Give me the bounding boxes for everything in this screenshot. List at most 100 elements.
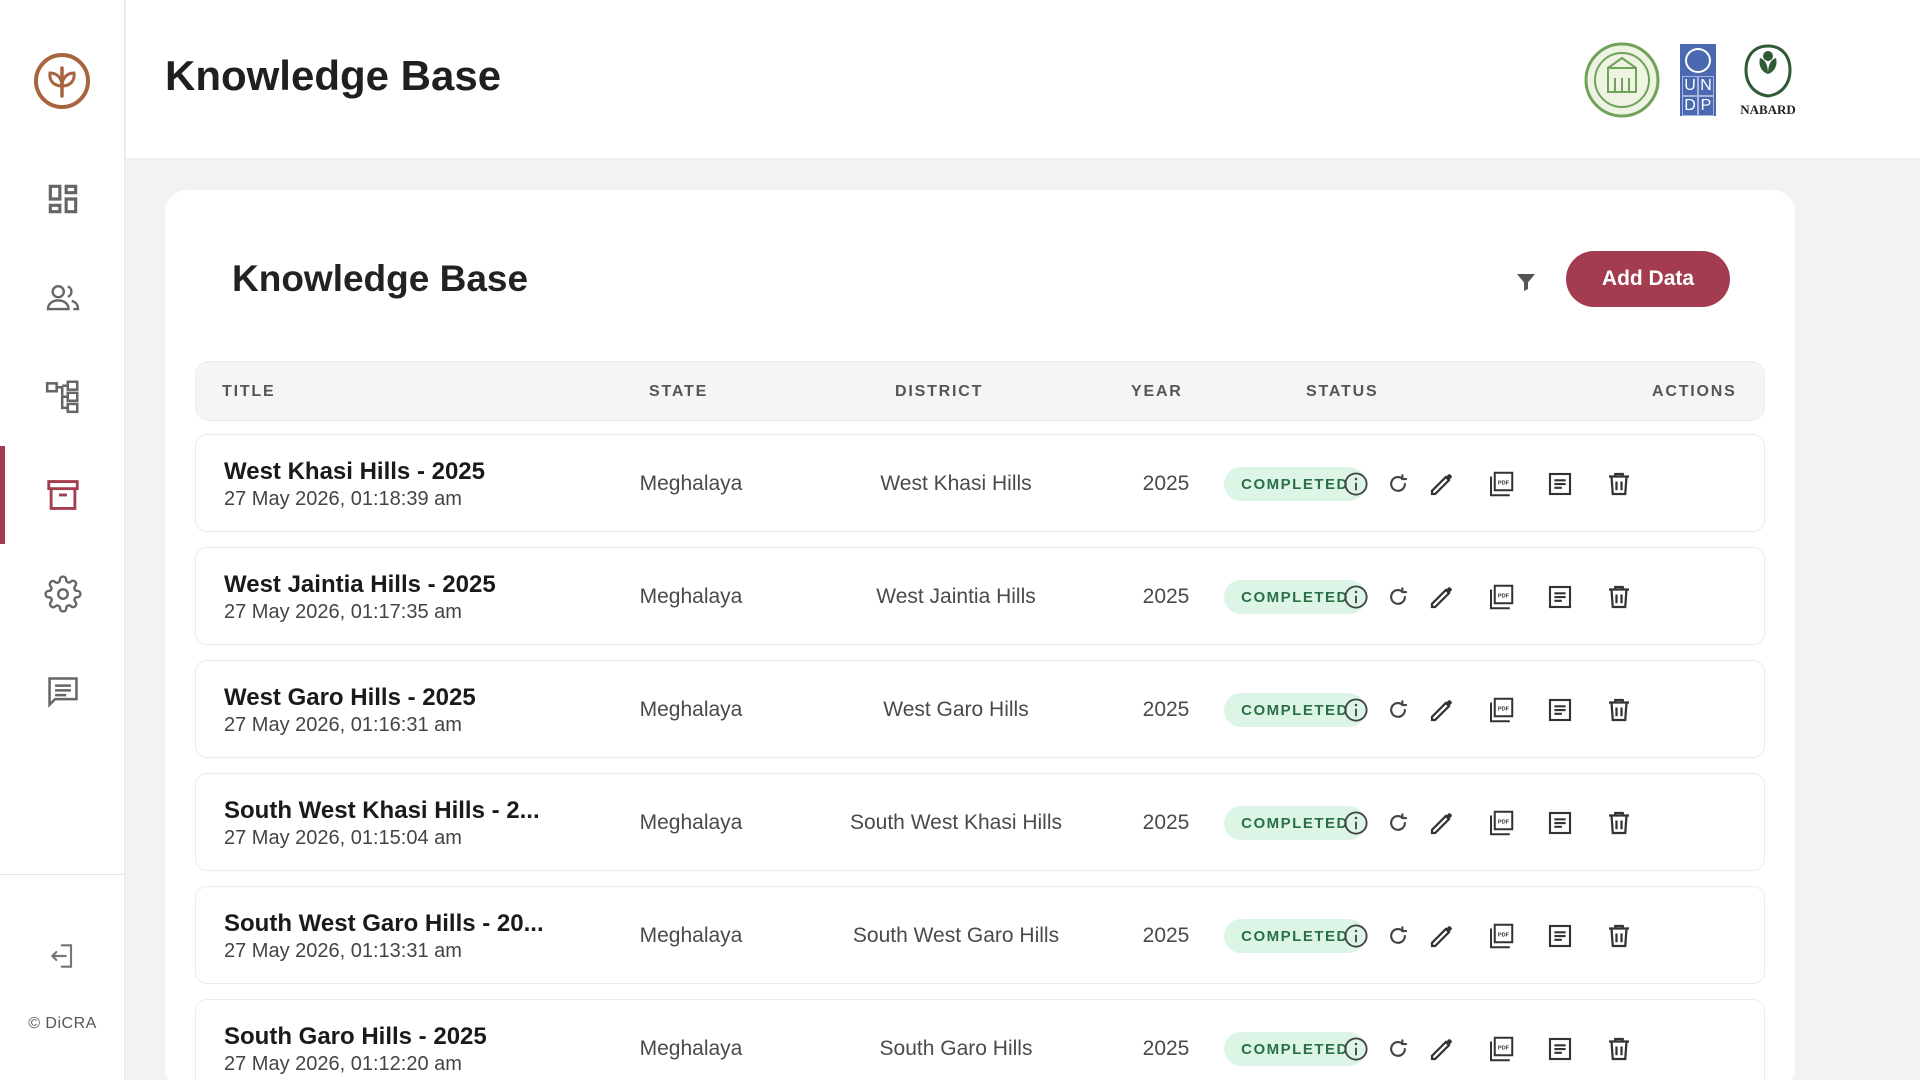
refresh-button[interactable] [1380, 918, 1416, 954]
table-row[interactable]: West Jaintia Hills - 2025 27 May 2026, 01… [195, 547, 1765, 645]
row-title-cell: West Jaintia Hills - 2025 27 May 2026, 01… [224, 548, 496, 646]
svg-text:PDF: PDF [1498, 707, 1510, 713]
filter-button[interactable] [1510, 266, 1542, 298]
edit-button[interactable] [1424, 466, 1460, 502]
row-district: West Jaintia Hills [876, 585, 1036, 608]
refresh-icon [1390, 474, 1408, 492]
document-button[interactable] [1542, 466, 1578, 502]
sidebar-divider [0, 874, 125, 875]
refresh-button[interactable] [1380, 692, 1416, 728]
pdf-button[interactable]: PDF [1483, 918, 1519, 954]
table-row[interactable]: West Garo Hills - 2025 27 May 2026, 01:16… [195, 660, 1765, 758]
row-district: West Khasi Hills [880, 472, 1032, 495]
document-icon [1548, 811, 1572, 835]
edit-icon [1430, 926, 1452, 948]
row-date: 27 May 2026, 01:13:31 am [224, 939, 462, 962]
svg-text:PDF: PDF [1498, 594, 1510, 600]
un-emblem-icon [1685, 48, 1711, 73]
document-button[interactable] [1542, 918, 1578, 954]
svg-text:PDF: PDF [1498, 820, 1510, 826]
delete-button[interactable] [1601, 692, 1637, 728]
refresh-icon [1390, 700, 1408, 718]
table-row[interactable]: South West Khasi Hills - 2... 27 May 2026… [195, 773, 1765, 871]
row-title: West Khasi Hills - 2025 [224, 457, 485, 485]
document-icon [1548, 1037, 1572, 1061]
column-header-state[interactable]: STATE [649, 362, 708, 422]
row-title-cell: West Garo Hills - 2025 27 May 2026, 01:16… [224, 661, 476, 759]
knowledge-base-card: Knowledge Base Add Data TITLE STATE DIST… [165, 190, 1795, 1080]
info-button[interactable] [1338, 692, 1374, 728]
card-title: Knowledge Base [232, 258, 529, 299]
table-row[interactable]: South West Garo Hills - 20... 27 May 2026… [195, 886, 1765, 984]
row-state: Meghalaya [639, 585, 743, 608]
info-button[interactable] [1338, 579, 1374, 615]
users-icon [46, 284, 79, 311]
refresh-button[interactable] [1380, 1031, 1416, 1067]
pdf-button[interactable]: PDF [1483, 466, 1519, 502]
pdf-button[interactable]: PDF [1483, 1031, 1519, 1067]
info-button[interactable] [1338, 1031, 1374, 1067]
row-state: Meghalaya [639, 1037, 743, 1060]
document-button[interactable] [1542, 805, 1578, 841]
pdf-icon: PDF [1490, 584, 1514, 610]
table-header: TITLE STATE DISTRICT YEAR STATUS ACTIONS [195, 361, 1765, 421]
delete-button[interactable] [1601, 466, 1637, 502]
info-icon [1344, 1037, 1368, 1061]
sidebar-item-feedback[interactable] [0, 643, 125, 741]
copyright-text: © DiCRA [28, 1015, 97, 1032]
document-button[interactable] [1542, 1031, 1578, 1067]
document-button[interactable] [1542, 579, 1578, 615]
refresh-icon [1390, 1039, 1408, 1057]
delete-button[interactable] [1601, 579, 1637, 615]
edit-button[interactable] [1424, 918, 1460, 954]
svg-text:PDF: PDF [1498, 1046, 1510, 1052]
column-header-district[interactable]: DISTRICT [895, 362, 983, 422]
column-header-title[interactable]: TITLE [222, 362, 275, 422]
pdf-icon: PDF [1490, 923, 1514, 949]
pdf-icon: PDF [1490, 697, 1514, 723]
app-logo-icon[interactable] [33, 52, 91, 110]
sidebar: © DiCRA [0, 0, 125, 1080]
sidebar-item-knowledge-base[interactable] [0, 446, 125, 544]
column-header-year[interactable]: YEAR [1131, 362, 1183, 422]
document-button[interactable] [1542, 692, 1578, 728]
row-district: South West Garo Hills [852, 924, 1060, 947]
sidebar-item-settings[interactable] [0, 545, 125, 643]
info-button[interactable] [1338, 466, 1374, 502]
knowledge-base-table: TITLE STATE DISTRICT YEAR STATUS ACTIONS… [195, 361, 1765, 1080]
document-icon [1548, 924, 1572, 948]
refresh-icon [1390, 587, 1408, 605]
sidebar-item-users[interactable] [0, 249, 125, 347]
delete-button[interactable] [1601, 805, 1637, 841]
table-row[interactable]: South Garo Hills - 2025 27 May 2026, 01:1… [195, 999, 1765, 1080]
column-header-actions: ACTIONS [1652, 383, 1737, 400]
edit-button[interactable] [1424, 805, 1460, 841]
info-button[interactable] [1338, 805, 1374, 841]
hierarchy-icon [45, 380, 79, 414]
pdf-button[interactable]: PDF [1483, 579, 1519, 615]
pdf-button[interactable]: PDF [1483, 692, 1519, 728]
info-button[interactable] [1338, 918, 1374, 954]
refresh-button[interactable] [1380, 466, 1416, 502]
refresh-button[interactable] [1380, 579, 1416, 615]
table-row[interactable]: West Khasi Hills - 2025 27 May 2026, 01:1… [195, 434, 1765, 532]
edit-button[interactable] [1424, 1031, 1460, 1067]
edit-button[interactable] [1424, 692, 1460, 728]
sidebar-item-dashboard[interactable] [0, 150, 125, 248]
row-date: 27 May 2026, 01:15:04 am [224, 826, 462, 849]
undp-logo: U N D P [1680, 44, 1716, 116]
pdf-button[interactable]: PDF [1483, 805, 1519, 841]
row-title: West Jaintia Hills - 2025 [224, 570, 496, 598]
delete-button[interactable] [1601, 1031, 1637, 1067]
delete-icon [1609, 472, 1629, 496]
add-data-button[interactable]: Add Data [1566, 251, 1730, 307]
sidebar-item-hierarchy[interactable] [0, 347, 125, 445]
row-date: 27 May 2026, 01:12:20 am [224, 1052, 462, 1075]
delete-button[interactable] [1601, 918, 1637, 954]
edit-button[interactable] [1424, 579, 1460, 615]
row-state: Meghalaya [639, 811, 743, 834]
edit-icon [1430, 1039, 1452, 1061]
column-header-status[interactable]: STATUS [1306, 362, 1378, 422]
refresh-button[interactable] [1380, 805, 1416, 841]
logout-icon[interactable] [47, 940, 79, 972]
